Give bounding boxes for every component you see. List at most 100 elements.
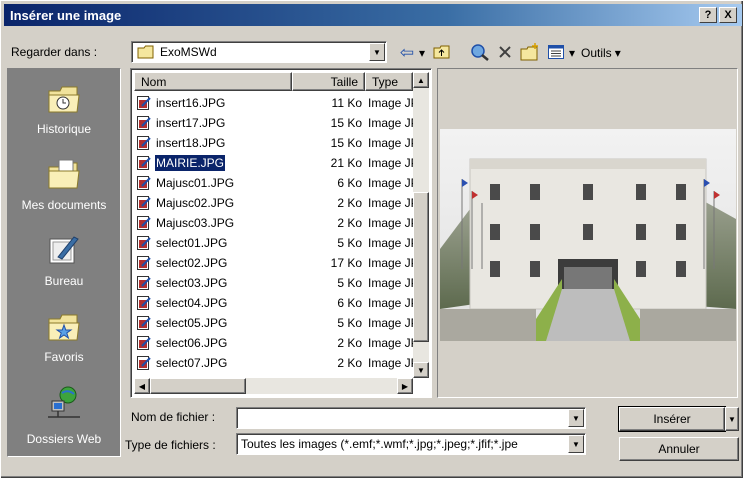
jpeg-file-icon — [137, 336, 151, 350]
filetype-select[interactable]: Toutes les images (*.emf;*.wmf;*.jpg;*.j… — [236, 433, 586, 455]
file-row[interactable]: select04.JPG 6 Ko Image JPEG — [134, 293, 416, 313]
column-header-name[interactable]: Nom — [134, 72, 292, 91]
views-button[interactable] — [546, 42, 566, 64]
cancel-button[interactable]: Annuler — [619, 437, 739, 461]
jpeg-file-icon — [137, 316, 151, 330]
help-button[interactable]: ? — [699, 7, 717, 23]
file-type: Image JPEG — [368, 316, 416, 330]
title-bar[interactable]: Insérer une image ? X — [4, 4, 742, 26]
column-header-size[interactable]: Taille — [292, 72, 365, 91]
look-in-label: Regarder dans : — [11, 45, 98, 59]
jpeg-file-icon — [137, 256, 151, 270]
file-row[interactable]: insert16.JPG 11 Ko Image JPEG — [134, 93, 416, 113]
file-size: 11 Ko — [331, 96, 362, 110]
new-folder-icon — [520, 42, 540, 64]
scroll-left-button[interactable]: ◀ — [134, 378, 150, 394]
jpeg-file-icon — [137, 276, 151, 290]
file-type: Image JPEG — [368, 276, 416, 290]
file-size: 5 Ko — [337, 236, 362, 250]
file-row[interactable]: select01.JPG 5 Ko Image JPEG — [134, 233, 416, 253]
insert-image-dialog: Insérer une image ? X Regarder dans : Ex… — [0, 0, 744, 479]
web-folders-icon — [46, 385, 82, 428]
file-name: select04.JPG — [156, 296, 228, 310]
file-size: 15 Ko — [330, 136, 362, 150]
scroll-up-button[interactable]: ▲ — [413, 72, 429, 88]
filename-input[interactable]: ▼ — [236, 407, 586, 429]
file-type: Image JPEG — [368, 116, 416, 130]
look-in-combo[interactable]: ExoMSWd ▼ — [131, 41, 387, 63]
views-dropdown-button[interactable]: ▾ — [567, 42, 577, 64]
file-type: Image JPEG — [368, 176, 416, 190]
scroll-right-button[interactable]: ▶ — [397, 378, 413, 394]
place-label: Mes documents — [21, 198, 107, 212]
filename-label: Nom de fichier : — [131, 410, 216, 424]
file-type: Image JPEG — [368, 136, 416, 150]
file-size: 6 Ko — [337, 296, 362, 310]
place-desktop[interactable]: Bureau — [8, 233, 120, 309]
file-type: Image JPEG — [368, 336, 416, 350]
back-arrow-icon: ⇦ — [399, 43, 415, 62]
place-web-folders[interactable]: Dossiers Web — [8, 385, 120, 461]
place-history[interactable]: Historique — [8, 81, 120, 157]
file-row[interactable]: insert17.JPG 15 Ko Image JPEG — [134, 113, 416, 133]
file-type: Image JPEG — [368, 96, 416, 110]
file-row[interactable]: Majusc03.JPG 2 Ko Image JPEG — [134, 213, 416, 233]
filetype-dropdown-button[interactable]: ▼ — [568, 435, 584, 453]
tools-label: Outils — [581, 46, 612, 60]
dropdown-arrow-icon: ▾ — [418, 46, 426, 60]
column-header-type[interactable]: Type — [365, 72, 413, 91]
search-web-button[interactable] — [469, 42, 491, 64]
file-row[interactable]: insert18.JPG 15 Ko Image JPEG — [134, 133, 416, 153]
file-size: 17 Ko — [330, 256, 362, 270]
up-folder-icon — [433, 44, 451, 63]
file-row[interactable]: Majusc01.JPG 6 Ko Image JPEG — [134, 173, 416, 193]
delete-button[interactable] — [495, 42, 515, 64]
file-row[interactable]: MAIRIE.JPG 21 Ko Image JPEG — [134, 153, 416, 173]
file-row[interactable]: select02.JPG 17 Ko Image JPEG — [134, 253, 416, 273]
vertical-scrollbar[interactable]: ▲ ▼ — [413, 72, 429, 378]
file-name: insert18.JPG — [156, 136, 226, 150]
desktop-icon — [46, 233, 82, 270]
file-name: MAIRIE.JPG — [153, 154, 227, 172]
vertical-scroll-thumb[interactable] — [413, 192, 429, 342]
file-list[interactable]: Nom Taille Type insert16.JPG 11 Ko Image J… — [130, 68, 432, 398]
file-type: Image JPEG — [368, 256, 416, 270]
filename-dropdown-button[interactable]: ▼ — [568, 409, 584, 427]
place-favorites[interactable]: Favoris — [8, 309, 120, 385]
look-in-dropdown-button[interactable]: ▼ — [369, 43, 385, 61]
file-type: Image JPEG — [368, 196, 416, 210]
scroll-down-button[interactable]: ▼ — [413, 362, 429, 378]
dropdown-arrow-icon: ▾ — [568, 46, 576, 60]
place-my-documents[interactable]: Mes documents — [8, 157, 120, 233]
file-size: 15 Ko — [330, 116, 362, 130]
insert-options-button[interactable]: ▼ — [725, 407, 739, 431]
file-row[interactable]: select06.JPG 2 Ko Image JPEG — [134, 333, 416, 353]
jpeg-file-icon — [137, 136, 151, 150]
close-button[interactable]: X — [719, 7, 737, 23]
views-icon — [548, 44, 564, 62]
back-button[interactable]: ⇦ — [397, 42, 417, 64]
insert-button[interactable]: Insérer — [618, 406, 726, 432]
horizontal-scroll-thumb[interactable] — [150, 378, 246, 394]
file-row[interactable]: select03.JPG 5 Ko Image JPEG — [134, 273, 416, 293]
file-row[interactable]: select07.JPG 2 Ko Image JPEG — [134, 353, 416, 373]
file-row[interactable]: Majusc02.JPG 2 Ko Image JPEG — [134, 193, 416, 213]
jpeg-file-icon — [137, 96, 151, 110]
file-row[interactable]: select05.JPG 5 Ko Image JPEG — [134, 313, 416, 333]
history-folder-icon — [46, 81, 82, 118]
horizontal-scrollbar[interactable]: ◀ ▶ — [134, 378, 413, 394]
file-name: Majusc01.JPG — [156, 176, 235, 190]
file-name: select05.JPG — [156, 316, 228, 330]
back-dropdown-button[interactable]: ▾ — [418, 42, 426, 64]
file-type: Image JPEG — [368, 296, 416, 310]
jpeg-file-icon — [137, 216, 151, 230]
filetype-value: Toutes les images (*.emf;*.wmf;*.jpg;*.j… — [241, 437, 518, 451]
delete-x-icon — [498, 45, 512, 62]
file-size: 2 Ko — [337, 356, 362, 370]
place-label: Historique — [36, 122, 92, 136]
tools-menu-button[interactable]: Outils ▾ — [581, 42, 641, 64]
new-folder-button[interactable] — [519, 42, 541, 64]
file-name: select06.JPG — [156, 336, 228, 350]
file-name: select02.JPG — [156, 256, 228, 270]
up-one-level-button[interactable] — [432, 42, 452, 64]
